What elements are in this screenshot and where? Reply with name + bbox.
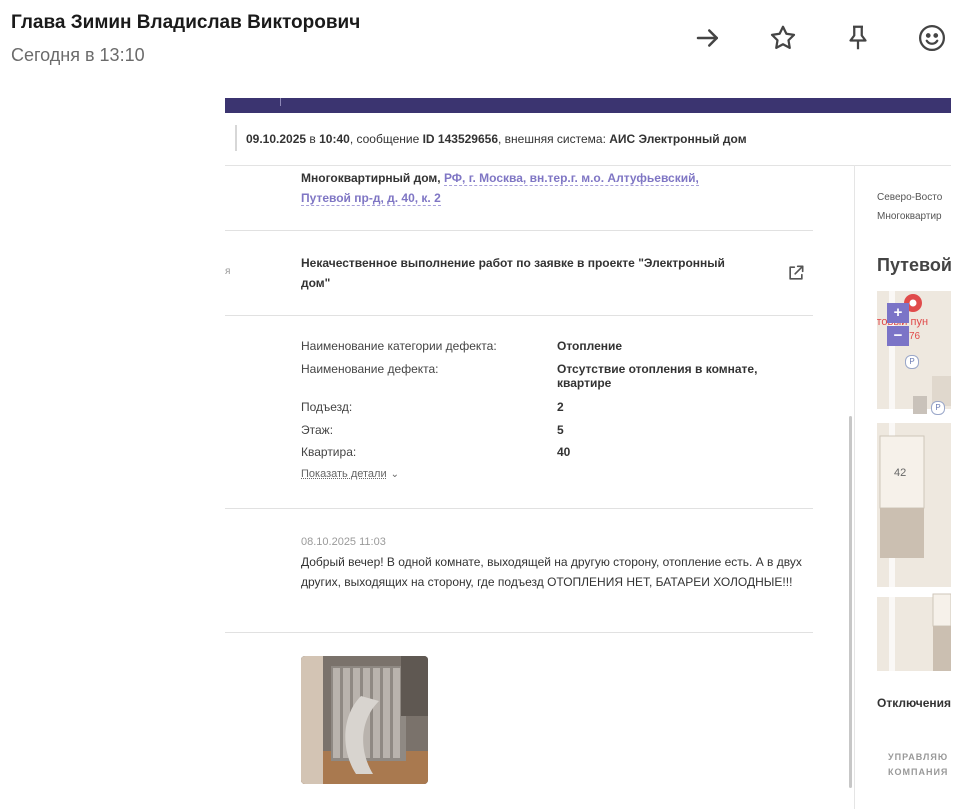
map[interactable]: стовый пун 76 + − P P 42 bbox=[877, 291, 951, 671]
ticket-system: АИС Электронный дом bbox=[609, 132, 747, 146]
pin-icon[interactable] bbox=[840, 20, 876, 56]
mgmt-company-label-2: КОМПАНИЯ bbox=[888, 767, 949, 777]
embedded-screenshot: 09.10.2025 в 10:40, сообщение ID 1435296… bbox=[225, 98, 951, 809]
show-details-link[interactable]: Показать детали ⌄ bbox=[301, 468, 399, 480]
topbar-divider bbox=[280, 98, 281, 106]
building-type-text: Многоквартир bbox=[877, 211, 942, 222]
field-value-defect: Отсутствие отопления в комнате, квартире bbox=[557, 362, 758, 390]
screenshot-topbar bbox=[225, 98, 951, 113]
address-link-2[interactable]: Путевой пр-д, д. 40, к. 2 bbox=[301, 191, 441, 206]
outages-heading: Отключения bbox=[877, 696, 951, 710]
mgmt-company-label-1: УПРАВЛЯЮ bbox=[888, 752, 949, 762]
ticket-msg-prefix: , сообщение bbox=[349, 132, 423, 146]
field-label-category: Наименование категории дефекта: bbox=[301, 339, 497, 353]
divider bbox=[225, 230, 813, 231]
chevron-down-icon: ⌄ bbox=[390, 469, 399, 480]
ticket-at: в bbox=[306, 132, 320, 146]
scrollbar[interactable] bbox=[849, 416, 852, 788]
comment-text: Добрый вечер! В одной комнате, выходящей… bbox=[301, 555, 802, 589]
ticket-id: ID 143529656 bbox=[422, 132, 498, 146]
address-link-1[interactable]: РФ, г. Москва, вн.тер.г. м.о. Алтуфьевск… bbox=[443, 171, 699, 186]
field-value-entrance: 2 bbox=[557, 400, 564, 414]
ticket-meta: 09.10.2025 в 10:40, сообщение ID 1435296… bbox=[225, 113, 951, 166]
ticket-topic: Некачественное выполнение работ по заявк… bbox=[301, 256, 725, 290]
field-value-apartment: 40 bbox=[557, 445, 571, 459]
sender-name[interactable]: Глава Зимин Владислав Викторович bbox=[11, 12, 360, 34]
panel-divider bbox=[854, 165, 855, 809]
map-parking-icon: P bbox=[905, 355, 919, 369]
emoji-icon[interactable] bbox=[914, 20, 950, 56]
address-prefix: Многоквартирный дом, bbox=[301, 171, 444, 185]
map-building-number: 42 bbox=[894, 467, 907, 479]
map-zoom-in-button[interactable]: + bbox=[887, 303, 909, 323]
field-label-defect: Наименование дефекта: bbox=[301, 362, 439, 376]
field-value-floor: 5 bbox=[557, 423, 564, 437]
ticket-time: 10:40 bbox=[319, 132, 350, 146]
ticket-date: 09.10.2025 bbox=[246, 132, 307, 146]
address-title: Путевой bbox=[877, 255, 951, 275]
divider bbox=[225, 508, 813, 509]
region-text: Северо-Восто bbox=[877, 192, 943, 203]
field-label-entrance: Подъезд: bbox=[301, 400, 353, 414]
divider bbox=[225, 315, 813, 316]
open-external-icon[interactable] bbox=[786, 263, 806, 283]
map-parking-icon: P bbox=[931, 401, 945, 415]
attachment-photo[interactable] bbox=[301, 656, 428, 784]
ticket-meta-line: 09.10.2025 в 10:40, сообщение ID 1435296… bbox=[246, 132, 747, 146]
show-details-label: Показать детали bbox=[301, 468, 387, 480]
map-zoom-out-button[interactable]: − bbox=[887, 326, 909, 346]
label-fragment: я bbox=[225, 266, 231, 277]
star-icon[interactable] bbox=[765, 20, 801, 56]
field-value-category: Отопление bbox=[557, 339, 623, 353]
field-label-apartment: Квартира: bbox=[301, 445, 357, 459]
message-header: Глава Зимин Владислав Викторович Сегодня… bbox=[0, 0, 978, 80]
message-time: Сегодня в 13:10 bbox=[11, 45, 145, 65]
field-label-floor: Этаж: bbox=[301, 423, 334, 437]
divider bbox=[225, 632, 813, 633]
comment-time: 08.10.2025 11:03 bbox=[301, 536, 386, 548]
map-poi-number: 76 bbox=[909, 331, 921, 342]
address-block: Многоквартирный дом, РФ, г. Москва, вн.т… bbox=[301, 168, 741, 208]
meta-strip bbox=[235, 125, 237, 151]
arrow-right-icon[interactable] bbox=[690, 20, 726, 56]
ticket-sys-prefix: , внешняя система: bbox=[498, 132, 610, 146]
